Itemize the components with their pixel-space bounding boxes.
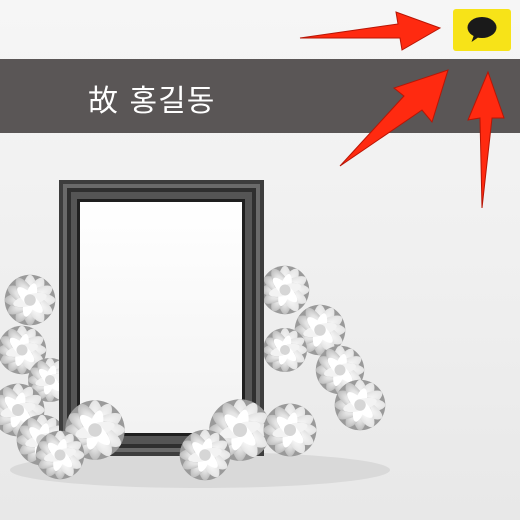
- chrysanthemum-icon: [262, 402, 318, 458]
- empty-photo-area: [80, 202, 242, 433]
- memorial-scene: [0, 180, 390, 488]
- chrysanthemum-icon: [260, 265, 310, 315]
- chrysanthemum-icon: [4, 274, 56, 326]
